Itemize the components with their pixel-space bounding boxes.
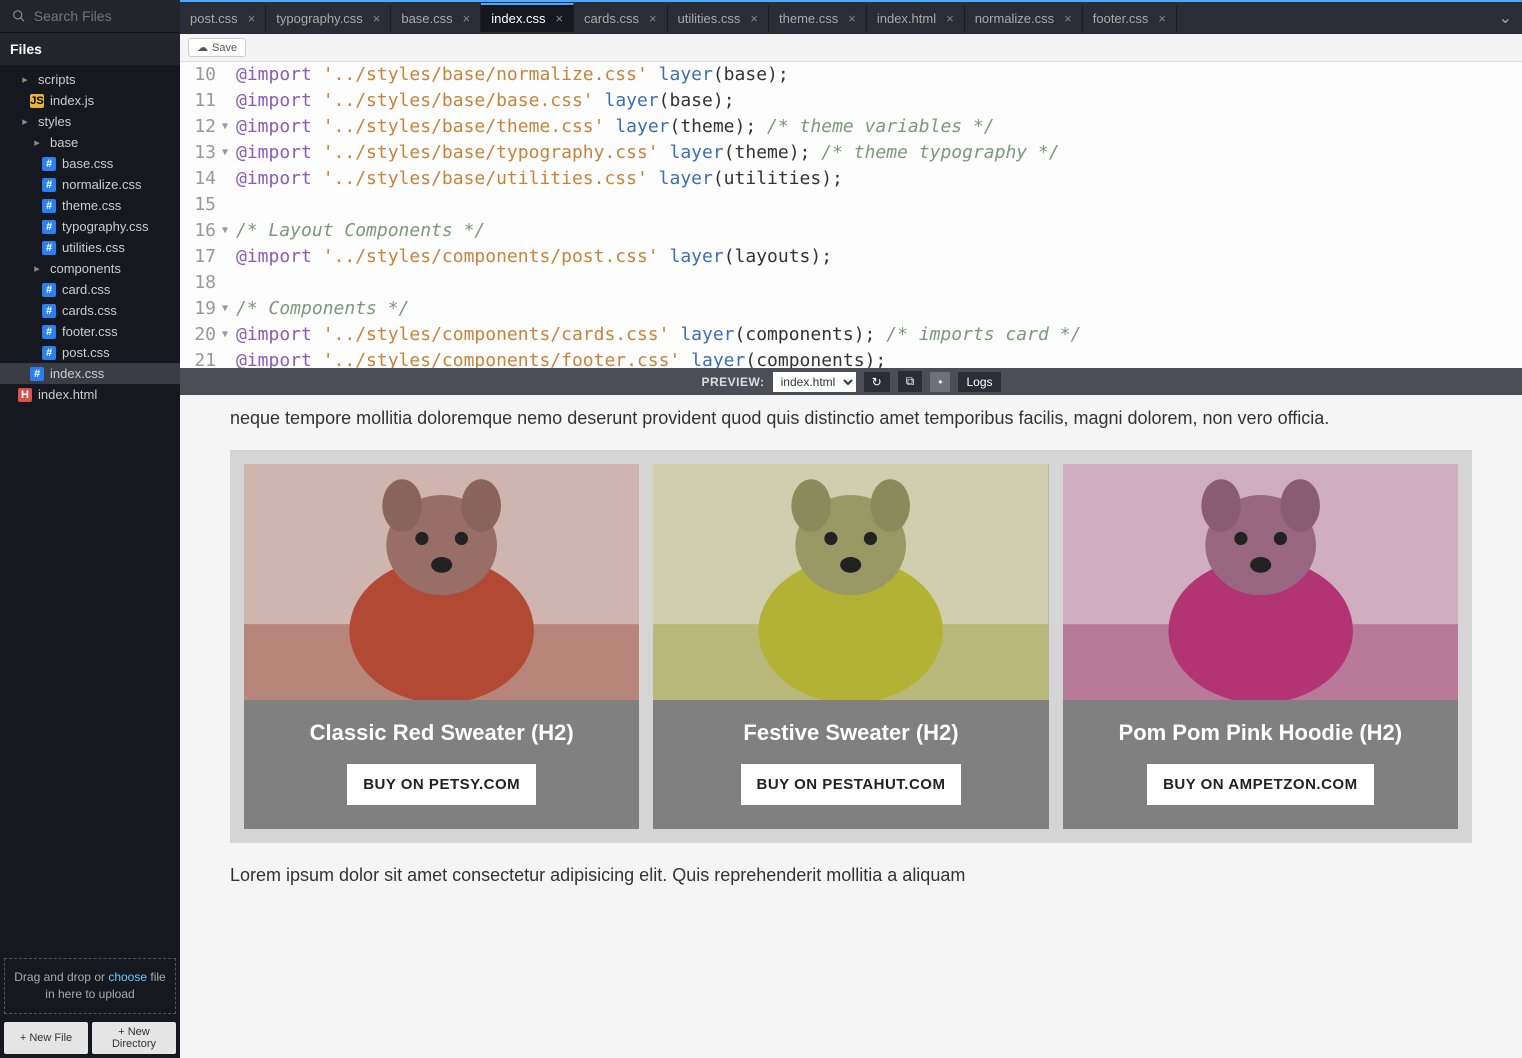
sidebar: Files ▸scriptsJSindex.js▸styles▸base#bas… bbox=[0, 0, 180, 1058]
preview-label: PREVIEW: bbox=[702, 375, 765, 389]
tree-item-index-css[interactable]: #index.css bbox=[0, 363, 180, 384]
card-title: Festive Sweater (H2) bbox=[653, 700, 1048, 750]
logs-button[interactable]: Logs bbox=[958, 372, 1000, 392]
tree-item-scripts[interactable]: ▸scripts bbox=[0, 69, 180, 90]
tab-post-css[interactable]: post.css× bbox=[180, 5, 266, 32]
product-card: Classic Red Sweater (H2) BUY ON PETSY.COM bbox=[244, 464, 639, 829]
new-file-button[interactable]: + New File bbox=[4, 1022, 88, 1054]
preview-paragraph-2: Lorem ipsum dolor sit amet consectetur a… bbox=[230, 865, 1472, 886]
tab-theme-css[interactable]: theme.css× bbox=[769, 5, 867, 32]
card-title: Pom Pom Pink Hoodie (H2) bbox=[1063, 700, 1458, 750]
buy-button[interactable]: BUY ON PETSY.COM bbox=[347, 764, 536, 805]
bottom-buttons: + New File + New Directory bbox=[0, 1018, 180, 1058]
tab-close-icon[interactable]: × bbox=[555, 11, 563, 26]
cards-container: Classic Red Sweater (H2) BUY ON PETSY.COM… bbox=[230, 450, 1472, 843]
tab-base-css[interactable]: base.css× bbox=[391, 5, 481, 32]
tree-item-footer-css[interactable]: #footer.css bbox=[0, 321, 180, 342]
preview-paragraph-1: neque tempore mollitia doloremque nemo d… bbox=[230, 405, 1472, 432]
card-image bbox=[244, 464, 639, 700]
choose-file-link[interactable]: choose bbox=[108, 970, 147, 984]
cloud-icon: ☁ bbox=[197, 41, 208, 54]
tab-close-icon[interactable]: × bbox=[248, 11, 256, 26]
tab-close-icon[interactable]: × bbox=[649, 11, 657, 26]
preview-pane: neque tempore mollitia doloremque nemo d… bbox=[180, 395, 1522, 1058]
tab-close-icon[interactable]: × bbox=[946, 11, 954, 26]
tab-close-icon[interactable]: × bbox=[373, 11, 381, 26]
tree-item-index-html[interactable]: Hindex.html bbox=[0, 384, 180, 405]
tree-item-card-css[interactable]: #card.css bbox=[0, 279, 180, 300]
tab-cards-css[interactable]: cards.css× bbox=[574, 5, 668, 32]
search-icon bbox=[12, 8, 26, 24]
card-title: Classic Red Sweater (H2) bbox=[244, 700, 639, 750]
dropzone[interactable]: Drag and drop or choose file in here to … bbox=[4, 958, 176, 1014]
buy-button[interactable]: BUY ON PESTAHUT.COM bbox=[741, 764, 962, 805]
tree-item-theme-css[interactable]: #theme.css bbox=[0, 195, 180, 216]
product-card: Pom Pom Pink Hoodie (H2) BUY ON AMPETZON.… bbox=[1063, 464, 1458, 829]
editor-toolbar: ☁ Save bbox=[180, 34, 1522, 62]
tab-utilities-css[interactable]: utilities.css× bbox=[668, 5, 769, 32]
tab-normalize-css[interactable]: normalize.css× bbox=[965, 5, 1083, 32]
tree-item-post-css[interactable]: #post.css bbox=[0, 342, 180, 363]
code-editor[interactable]: 10@import '../styles/base/normalize.css'… bbox=[180, 62, 1522, 368]
refresh-button[interactable]: ↻ bbox=[864, 372, 890, 392]
new-directory-button[interactable]: + New Directory bbox=[92, 1022, 176, 1054]
tree-item-cards-css[interactable]: #cards.css bbox=[0, 300, 180, 321]
tab-close-icon[interactable]: × bbox=[463, 11, 471, 26]
product-card: Festive Sweater (H2) BUY ON PESTAHUT.COM bbox=[653, 464, 1048, 829]
tab-footer-css[interactable]: footer.css× bbox=[1083, 5, 1177, 32]
preview-dot[interactable]: • bbox=[930, 372, 950, 392]
tabs-overflow-icon[interactable]: ⌄ bbox=[1489, 2, 1522, 34]
card-image bbox=[1063, 464, 1458, 700]
tree-item-utilities-css[interactable]: #utilities.css bbox=[0, 237, 180, 258]
tree-item-typography-css[interactable]: #typography.css bbox=[0, 216, 180, 237]
tab-close-icon[interactable]: × bbox=[1064, 11, 1072, 26]
preview-bar: PREVIEW: index.html ↻ ⧉ • Logs bbox=[180, 368, 1522, 395]
main-area: post.css×typography.css×base.css×index.c… bbox=[180, 0, 1522, 1058]
tab-close-icon[interactable]: × bbox=[1158, 11, 1166, 26]
tree-item-index-js[interactable]: JSindex.js bbox=[0, 90, 180, 111]
file-tree: ▸scriptsJSindex.js▸styles▸base#base.css#… bbox=[0, 65, 180, 954]
tab-bar: post.css×typography.css×base.css×index.c… bbox=[180, 0, 1522, 34]
tab-index-html[interactable]: index.html× bbox=[867, 5, 965, 32]
files-panel-header: Files bbox=[0, 33, 180, 65]
save-button[interactable]: ☁ Save bbox=[188, 38, 246, 57]
tab-close-icon[interactable]: × bbox=[848, 11, 856, 26]
tree-item-normalize-css[interactable]: #normalize.css bbox=[0, 174, 180, 195]
tab-index-css[interactable]: index.css× bbox=[481, 3, 574, 32]
tree-item-base[interactable]: ▸base bbox=[0, 132, 180, 153]
tab-close-icon[interactable]: × bbox=[750, 11, 758, 26]
tree-item-styles[interactable]: ▸styles bbox=[0, 111, 180, 132]
search-bar bbox=[0, 0, 180, 33]
card-image bbox=[653, 464, 1048, 700]
buy-button[interactable]: BUY ON AMPETZON.COM bbox=[1147, 764, 1374, 805]
preview-file-select[interactable]: index.html bbox=[773, 372, 856, 392]
tree-item-base-css[interactable]: #base.css bbox=[0, 153, 180, 174]
search-input[interactable] bbox=[34, 8, 168, 24]
open-external-button[interactable]: ⧉ bbox=[898, 371, 923, 392]
tab-typography-css[interactable]: typography.css× bbox=[266, 5, 391, 32]
tree-item-components[interactable]: ▸components bbox=[0, 258, 180, 279]
